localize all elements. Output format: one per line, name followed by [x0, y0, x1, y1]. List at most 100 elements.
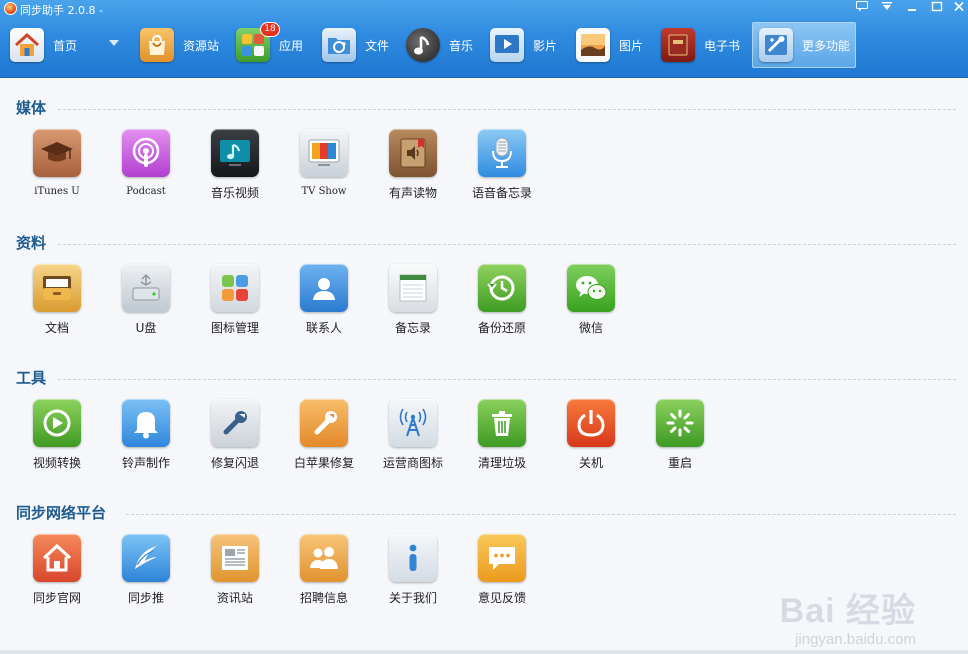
tile-clean-junk[interactable]: 清理垃圾 [457, 399, 547, 489]
shopping-bag-icon [140, 28, 174, 62]
top-bar: 同步助手 2.0.8 - 首页 资源站 18 应用 文件 音乐 影片 图片 电子… [0, 0, 968, 78]
tile-official-site[interactable]: 同步官网 [12, 534, 102, 624]
section-divider [58, 379, 956, 380]
message-icon[interactable] [853, 1, 871, 15]
nav-label-resource: 资源站 [183, 38, 220, 53]
tile-contacts[interactable]: 联系人 [279, 264, 369, 354]
tile-voice-memo[interactable]: 语音备忘录 [457, 129, 547, 219]
tile-audiobook[interactable]: 有声读物 [368, 129, 458, 219]
tile-fix-crash[interactable]: 修复闪退 [190, 399, 280, 489]
section-divider [58, 109, 956, 110]
nav-label-more: 更多功能 [802, 38, 851, 53]
nav-label-video: 影片 [533, 38, 558, 53]
tile-power-off[interactable]: 关机 [546, 399, 636, 489]
tile-music-video[interactable]: 音乐视频 [190, 129, 280, 219]
content-area: 媒体 iTunes U Podcast 音乐视频 TV Show 有声读物 语音… [0, 79, 968, 654]
folder-sync-icon [322, 28, 356, 62]
watermark: Bai 经验 [779, 592, 916, 630]
tile-label: 备份还原 [477, 321, 526, 335]
close-icon[interactable] [950, 1, 968, 15]
tile-news[interactable]: 资讯站 [190, 534, 280, 624]
apps-badge: 18 [260, 22, 280, 37]
section-divider [126, 514, 956, 515]
nav-item-apps[interactable]: 18 应用 [230, 22, 310, 68]
tile-label: 图标管理 [210, 321, 259, 335]
repair-tool-icon [300, 399, 348, 447]
section-title-network: 同步网络平台 [16, 504, 107, 522]
tile-documents[interactable]: 文档 [12, 264, 102, 354]
contacts-icon [300, 264, 348, 312]
nav-item-pictures[interactable]: 图片 [570, 22, 650, 68]
nav-item-video[interactable]: 影片 [484, 22, 564, 68]
chevron-down-icon[interactable] [109, 40, 119, 46]
tile-backup-restore[interactable]: 备份还原 [457, 264, 547, 354]
tile-podcast[interactable]: Podcast [101, 129, 191, 219]
tile-label: 关于我们 [388, 591, 437, 605]
nav-item-more[interactable]: 更多功能 [752, 22, 856, 68]
tile-label: 同步推 [127, 591, 164, 605]
tile-label: TV Show [301, 186, 347, 197]
tile-ringtone[interactable]: 铃声制作 [101, 399, 191, 489]
video-convert-icon [33, 399, 81, 447]
bottom-border [0, 650, 968, 654]
tile-label: 修复闪退 [210, 456, 259, 470]
nav-item-ebook[interactable]: 电子书 [655, 22, 747, 68]
bell-icon [122, 399, 170, 447]
dropdown-icon[interactable] [878, 1, 896, 15]
nav-item-files[interactable]: 文件 [316, 22, 396, 68]
tile-tongbu-push[interactable]: 同步推 [101, 534, 191, 624]
recruit-icon [300, 534, 348, 582]
apps-icon: 18 [236, 22, 280, 62]
tile-icon-manager[interactable]: 图标管理 [190, 264, 280, 354]
nav-item-resource[interactable]: 资源站 [134, 22, 226, 68]
minimize-icon[interactable] [903, 1, 921, 15]
news-icon [211, 534, 259, 582]
music-note-icon [406, 28, 440, 62]
section-title-tools: 工具 [16, 369, 47, 387]
tile-video-convert[interactable]: 视频转换 [12, 399, 102, 489]
document-drawer-icon [33, 264, 81, 312]
home-icon [10, 28, 44, 62]
notepad-icon [389, 264, 437, 312]
tile-label: 音乐视频 [210, 186, 259, 200]
wrench-icon [211, 399, 259, 447]
icon-grid-icon [211, 264, 259, 312]
tile-label: 铃声制作 [121, 456, 170, 470]
website-home-icon [33, 534, 81, 582]
tile-label: 运营商图标 [382, 456, 443, 470]
tile-white-apple-fix[interactable]: 白苹果修复 [279, 399, 369, 489]
section-divider [58, 244, 956, 245]
nav-item-music[interactable]: 音乐 [400, 22, 480, 68]
tile-wechat[interactable]: 微信 [546, 264, 636, 354]
tile-label: 清理垃圾 [477, 456, 526, 470]
info-icon [389, 534, 437, 582]
tile-recruit[interactable]: 招聘信息 [279, 534, 369, 624]
play-video-icon [490, 28, 524, 62]
tile-label: 资讯站 [216, 591, 253, 605]
main-nav: 首页 资源站 18 应用 文件 音乐 影片 图片 电子书 更多功能 [0, 20, 968, 70]
tile-label: 关机 [578, 456, 603, 470]
tile-usb-drive[interactable]: U盘 [101, 264, 191, 354]
tile-label: Podcast [126, 186, 166, 197]
podcast-icon [122, 129, 170, 177]
tile-label: 白苹果修复 [293, 456, 354, 470]
tile-itunes-u[interactable]: iTunes U [12, 129, 102, 219]
tile-label: 同步官网 [32, 591, 81, 605]
tile-tv-show[interactable]: TV Show [279, 129, 369, 219]
section-title-media: 媒体 [16, 99, 47, 117]
wechat-icon [567, 264, 615, 312]
maximize-icon[interactable] [928, 1, 946, 15]
power-icon [567, 399, 615, 447]
tile-label: 视频转换 [32, 456, 81, 470]
tile-notes[interactable]: 备忘录 [368, 264, 458, 354]
nav-label-ebook: 电子书 [704, 38, 741, 53]
backup-restore-icon [478, 264, 526, 312]
window-title: 同步助手 2.0.8 - [20, 4, 103, 17]
nav-item-home[interactable]: 首页 [4, 22, 124, 68]
tile-carrier-icon[interactable]: 运营商图标 [368, 399, 458, 489]
tile-label: 招聘信息 [299, 591, 348, 605]
tile-restart[interactable]: 重启 [635, 399, 725, 489]
tile-feedback[interactable]: 意见反馈 [457, 534, 547, 624]
tile-about-us[interactable]: 关于我们 [368, 534, 458, 624]
app-logo-icon [4, 2, 17, 15]
